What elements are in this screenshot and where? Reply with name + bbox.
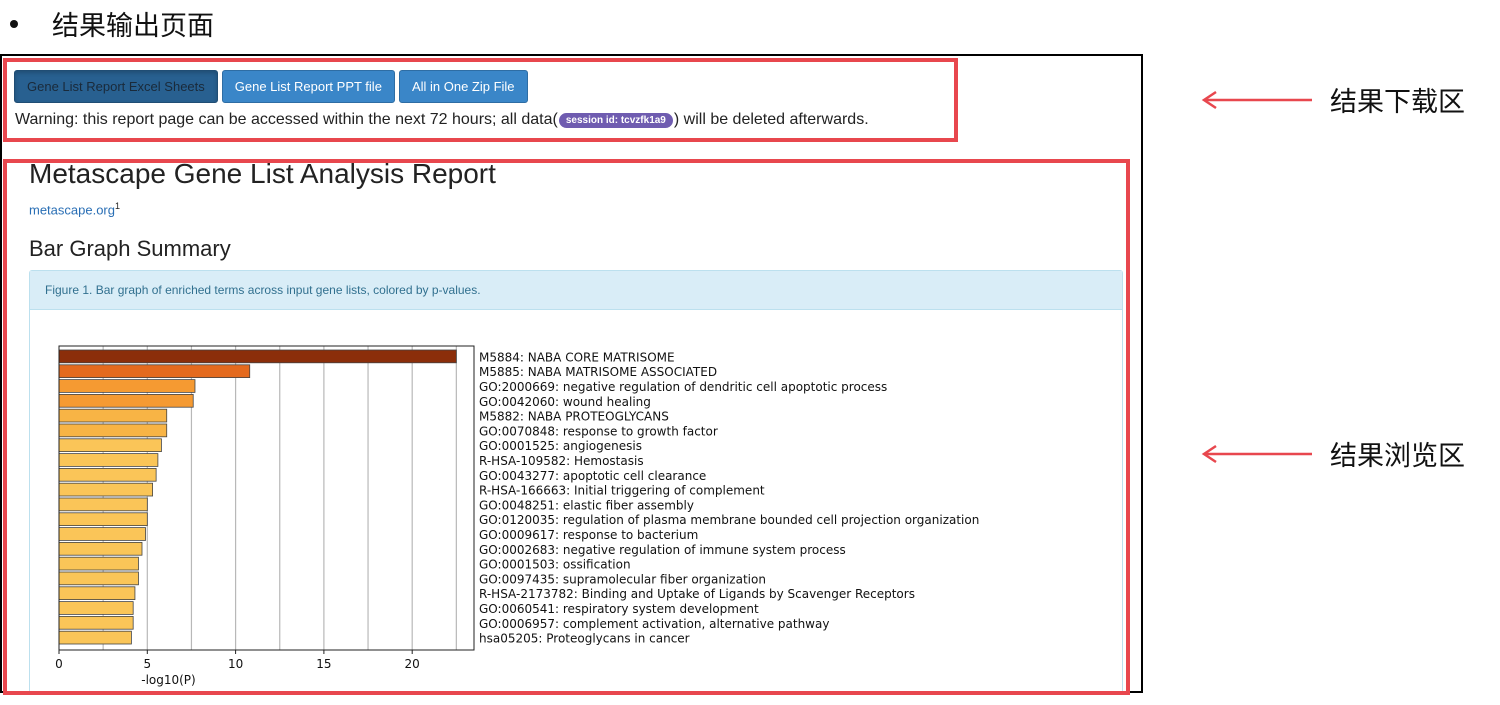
left-arrow-icon: [1201, 444, 1312, 463]
download-area-annotation: 结果下载区: [1200, 80, 1465, 119]
download-area-label: 结果下载区: [1330, 87, 1465, 118]
page-heading: 结果输出页面: [10, 4, 214, 43]
browse-area-annotation: 结果浏览区: [1200, 434, 1465, 473]
bullet-dot: [10, 19, 18, 28]
browse-area-highlight: [3, 159, 1130, 695]
left-arrow-icon: [1201, 90, 1312, 109]
download-area-highlight: [3, 58, 958, 142]
page-heading-text: 结果输出页面: [52, 11, 214, 42]
browse-area-label: 结果浏览区: [1330, 441, 1465, 472]
